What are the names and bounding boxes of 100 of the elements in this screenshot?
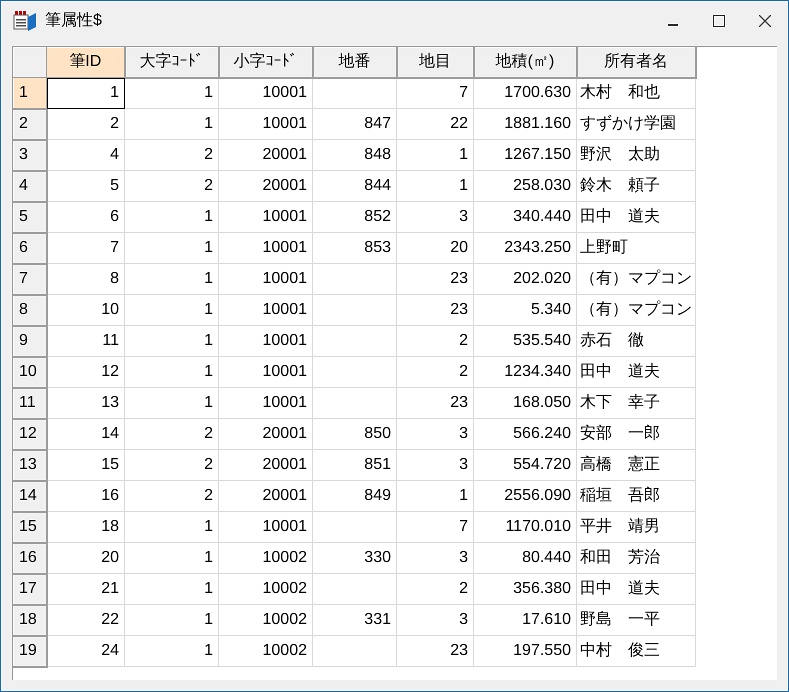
table-cell: 2 bbox=[396, 574, 474, 604]
column-header[interactable]: 所有者名 bbox=[576, 48, 696, 78]
table-cell: 1881.160 bbox=[474, 108, 576, 140]
row-header[interactable]: 7 bbox=[14, 264, 46, 294]
table-cell: 20001 bbox=[218, 140, 312, 170]
table-cell: 849 bbox=[312, 480, 396, 512]
table-cell: 16 bbox=[46, 480, 124, 512]
table-cell: 844 bbox=[312, 170, 396, 202]
corner-header[interactable] bbox=[14, 48, 46, 78]
table-cell: 10001 bbox=[218, 78, 312, 108]
table-cell: 10001 bbox=[218, 108, 312, 140]
table-cell: 3 bbox=[396, 604, 474, 636]
table-cell: 566.240 bbox=[474, 418, 576, 450]
table-cell: 高橋 憲正 bbox=[576, 450, 696, 480]
table-cell: 1 bbox=[124, 202, 218, 232]
table-cell: 安部 一郎 bbox=[576, 418, 696, 450]
row-header[interactable]: 18 bbox=[14, 604, 46, 636]
table-cell: 7 bbox=[396, 78, 474, 108]
column-header[interactable]: 小字ｺｰﾄﾞ bbox=[218, 48, 312, 78]
table-cell: 赤石 徹 bbox=[576, 326, 696, 356]
table-cell: 80.440 bbox=[474, 542, 576, 574]
row-header[interactable]: 11 bbox=[14, 388, 46, 418]
table-cell: 1170.010 bbox=[474, 512, 576, 542]
maximize-icon bbox=[713, 14, 725, 26]
table-cell: 356.380 bbox=[474, 574, 576, 604]
table-cell: 11 bbox=[46, 326, 124, 356]
row-header[interactable]: 16 bbox=[14, 542, 46, 574]
row-header[interactable]: 19 bbox=[14, 636, 46, 666]
table-cell: 10001 bbox=[218, 512, 312, 542]
table-cell: 3 bbox=[396, 542, 474, 574]
table-cell: 1 bbox=[124, 512, 218, 542]
column-header[interactable]: 地番 bbox=[312, 48, 396, 78]
table-cell: 23 bbox=[396, 294, 474, 326]
table-cell: 10001 bbox=[218, 264, 312, 294]
row-header[interactable]: 17 bbox=[14, 574, 46, 604]
table-cell: 野沢 太助 bbox=[576, 140, 696, 170]
row-header[interactable]: 4 bbox=[14, 170, 46, 202]
table-cell: 10001 bbox=[218, 356, 312, 388]
table-cell: 1 bbox=[396, 170, 474, 202]
row-header[interactable]: 13 bbox=[14, 450, 46, 480]
table-cell: 197.550 bbox=[474, 636, 576, 666]
table-cell: 1 bbox=[124, 326, 218, 356]
table-cell: すずかけ学園 bbox=[576, 108, 696, 140]
table-cell: 1 bbox=[124, 294, 218, 326]
column-header[interactable]: 大字ｺｰﾄﾞ bbox=[124, 48, 218, 78]
close-icon bbox=[759, 14, 771, 26]
table-cell: 14 bbox=[46, 418, 124, 450]
table-cell: 1 bbox=[124, 636, 218, 666]
row-header[interactable]: 10 bbox=[14, 356, 46, 388]
window-title: 筆属性$ bbox=[45, 10, 102, 30]
column-header[interactable]: 地積(㎡) bbox=[474, 48, 576, 78]
table-cell: 1 bbox=[124, 264, 218, 294]
table-cell: 24 bbox=[46, 636, 124, 666]
table-cell: 20001 bbox=[218, 170, 312, 202]
table-cell: 10002 bbox=[218, 542, 312, 574]
table-cell: 10001 bbox=[218, 326, 312, 356]
row-header[interactable]: 9 bbox=[14, 326, 46, 356]
table-cell: 22 bbox=[396, 108, 474, 140]
row-header[interactable]: 3 bbox=[14, 140, 46, 170]
table-cell: 22 bbox=[46, 604, 124, 636]
table-cell: 848 bbox=[312, 140, 396, 170]
column-header[interactable]: 筆ID bbox=[46, 48, 124, 78]
row-header[interactable]: 1 bbox=[14, 78, 46, 108]
row-header[interactable]: 12 bbox=[14, 418, 46, 450]
table-cell: 20 bbox=[396, 232, 474, 264]
table-cell: 7 bbox=[396, 512, 474, 542]
table-cell: 2 bbox=[396, 326, 474, 356]
table-cell: 847 bbox=[312, 108, 396, 140]
table-cell: 和田 芳治 bbox=[576, 542, 696, 574]
table-cell: 2 bbox=[124, 170, 218, 202]
table-cell: 20001 bbox=[218, 450, 312, 480]
table-cell: 田中 道夫 bbox=[576, 202, 696, 232]
table-cell: 稲垣 吾郎 bbox=[576, 480, 696, 512]
table-cell: 23 bbox=[396, 264, 474, 294]
table-cell: 8 bbox=[46, 264, 124, 294]
table-cell: 168.050 bbox=[474, 388, 576, 418]
row-header[interactable]: 6 bbox=[14, 232, 46, 264]
row-header[interactable]: 14 bbox=[14, 480, 46, 512]
table-cell: 554.720 bbox=[474, 450, 576, 480]
table-cell: 1700.630 bbox=[474, 78, 576, 108]
table-cell: 2 bbox=[124, 480, 218, 512]
row-header[interactable]: 5 bbox=[14, 202, 46, 232]
table-cell: 1 bbox=[396, 480, 474, 512]
row-header[interactable]: 15 bbox=[14, 512, 46, 542]
table-cell: 2 bbox=[124, 140, 218, 170]
table-cell: 10001 bbox=[218, 388, 312, 418]
row-header[interactable]: 2 bbox=[14, 108, 46, 140]
table-cell: 5.340 bbox=[474, 294, 576, 326]
table-cell: 340.440 bbox=[474, 202, 576, 232]
table-cell: （有）マプコン bbox=[576, 294, 696, 326]
table-cell: 1 bbox=[46, 78, 124, 108]
table-cell: 1 bbox=[124, 574, 218, 604]
table-cell: 1 bbox=[124, 232, 218, 264]
table-cell: （有）マプコン bbox=[576, 264, 696, 294]
table-cell: 13 bbox=[46, 388, 124, 418]
table-cell: 2 bbox=[46, 108, 124, 140]
table-cell: 1 bbox=[124, 388, 218, 418]
table-cell: 21 bbox=[46, 574, 124, 604]
column-header[interactable]: 地目 bbox=[396, 48, 474, 78]
row-header[interactable]: 8 bbox=[14, 294, 46, 326]
